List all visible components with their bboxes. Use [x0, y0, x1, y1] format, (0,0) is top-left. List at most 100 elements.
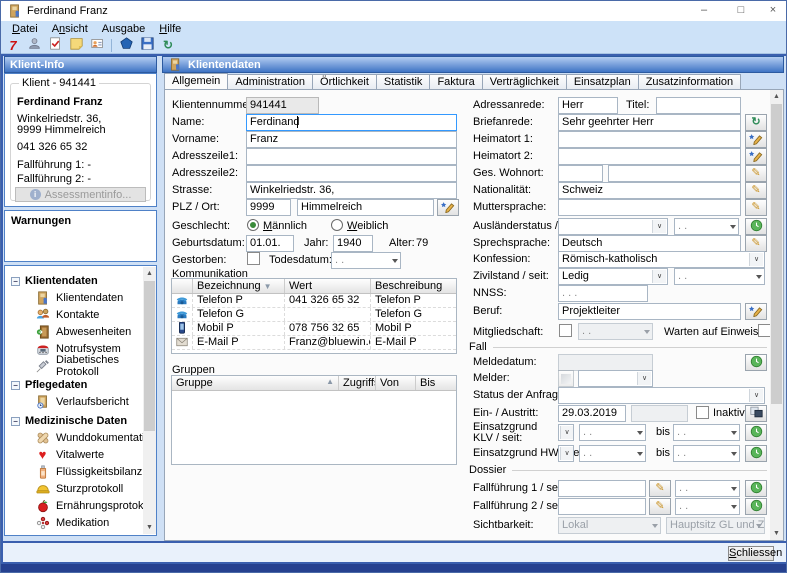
nav-item-fluessigkeitsbilanz[interactable]: Flüssigkeitsbilanz	[5, 463, 156, 480]
briefanrede-field[interactable]: Sehr geehrter Herr	[558, 114, 741, 131]
adresszeile2-field[interactable]	[246, 165, 457, 182]
mitgliedschaft-date-combo[interactable]: . .	[578, 323, 653, 340]
melder-combo[interactable]: ∨	[578, 370, 653, 387]
hw-bis-combo[interactable]: . .	[673, 445, 740, 462]
plz-field[interactable]: 9999	[246, 199, 291, 216]
hw-seit-combo[interactable]: . .	[579, 445, 646, 462]
ges-wohnort-edit-button[interactable]: ✎	[745, 165, 767, 182]
ein-austritt-detail-button[interactable]	[745, 405, 767, 422]
beruf-field[interactable]: Projektleiter	[558, 303, 741, 320]
zivilstand-combo[interactable]: Ledig∨	[558, 268, 668, 285]
tab-faktura[interactable]: Faktura	[430, 74, 482, 90]
toolbar-polygon-button[interactable]	[117, 38, 135, 53]
heimatort1-field[interactable]	[558, 131, 741, 148]
nav-item-wunddokumentation[interactable]: Wunddokumentation	[5, 429, 156, 446]
muttersprache-edit-button[interactable]: ✎	[745, 199, 767, 216]
hw-history-button[interactable]	[745, 445, 767, 462]
schliessen-button[interactable]: Schliessen	[728, 546, 774, 561]
titel-field[interactable]	[656, 97, 741, 114]
sprechsprache-field[interactable]: Deutsch	[558, 235, 741, 252]
icon-column-header[interactable]	[172, 279, 193, 293]
briefanrede-refresh-button[interactable]: ↻	[745, 114, 767, 131]
adressanrede-field[interactable]: Herr	[558, 97, 618, 114]
kommunikation-row[interactable]: Telefon P 041 326 65 32 Telefon P	[172, 294, 456, 308]
klv-seit-combo[interactable]: . .	[579, 424, 646, 441]
tab-statistik[interactable]: Statistik	[377, 74, 431, 90]
menu-ausgabe[interactable]: Ausgabe	[95, 22, 152, 37]
bezeichnung-column-header[interactable]: Bezeichnung▼	[193, 279, 285, 293]
zugriffs-column-header[interactable]: Zugriffs...	[339, 376, 376, 390]
todesdatum-combo[interactable]: . .	[331, 252, 401, 269]
fallfuehrung2-history-button[interactable]	[745, 498, 767, 515]
nav-item-verlaufsbericht[interactable]: Verlaufsbericht	[5, 393, 156, 410]
beruf-lookup-button[interactable]	[745, 303, 767, 320]
strasse-field[interactable]: Winkelriedstr. 36,	[246, 182, 457, 199]
von-column-header[interactable]: Von	[376, 376, 416, 390]
nav-item-sturzprotokoll[interactable]: Sturzprotokoll	[5, 480, 156, 497]
melder-picker-button[interactable]	[558, 370, 574, 387]
adresszeile1-field[interactable]	[246, 148, 457, 165]
klv-combo[interactable]: ∨	[558, 424, 574, 441]
fallfuehrung1-field[interactable]	[558, 480, 646, 497]
auslaenderstatus-combo[interactable]: ∨	[558, 218, 668, 235]
weiblich-radio[interactable]	[331, 219, 343, 231]
toolbar-save-button[interactable]	[138, 38, 156, 53]
scroll-down-arrow[interactable]: ▼	[143, 521, 156, 534]
toolbar-person-button[interactable]	[25, 38, 43, 53]
hw-combo[interactable]: ∨	[558, 445, 574, 462]
heimatort1-lookup-button[interactable]	[745, 131, 767, 148]
toolbar-task-button[interactable]	[46, 38, 64, 53]
nav-item-kontakte[interactable]: Kontakte	[5, 306, 156, 323]
eintritt-field[interactable]: 29.03.2019	[558, 405, 626, 422]
collapse-icon[interactable]: −	[11, 277, 20, 286]
gestorben-checkbox[interactable]	[247, 252, 260, 265]
geburtsdatum-field[interactable]: 01.01.	[246, 235, 294, 252]
nationalitaet-edit-button[interactable]: ✎	[745, 182, 767, 199]
nav-item-abwesenheiten[interactable]: Abwesenheiten	[5, 323, 156, 340]
nav-group-klientendaten[interactable]: −Klientendaten	[5, 273, 156, 289]
scrollbar-thumb[interactable]	[144, 281, 155, 431]
tab-zusatzinformation[interactable]: Zusatzinformation	[639, 74, 741, 90]
toolbar-note-button[interactable]	[67, 38, 85, 53]
collapse-icon[interactable]: −	[11, 381, 20, 390]
konfession-combo[interactable]: Römisch-katholisch∨	[558, 251, 765, 268]
sprechsprache-edit-button[interactable]: ✎	[745, 235, 767, 252]
assessmentinfo-button[interactable]: i Assessmentinfo...	[15, 187, 146, 202]
collapse-icon[interactable]: −	[11, 417, 20, 426]
status-anfrage-combo[interactable]: ∨	[558, 387, 765, 404]
tab-einsatzplan[interactable]: Einsatzplan	[567, 74, 639, 90]
vorname-field[interactable]: Franz	[246, 131, 457, 148]
toolbar-refresh-button[interactable]: ↻	[159, 38, 177, 53]
klv-bis-combo[interactable]: . .	[673, 424, 740, 441]
nav-item-medikation[interactable]: Medikation	[5, 514, 156, 531]
mitgliedschaft-checkbox[interactable]	[559, 324, 572, 337]
minimize-button[interactable]: –	[689, 1, 719, 20]
toolbar-seven-button[interactable]: 7	[4, 38, 22, 53]
tab-vertraeglichkeit[interactable]: Verträglichkeit	[483, 74, 567, 90]
kommunikation-row[interactable]: Mobil P 078 756 32 65 Mobil P	[172, 322, 456, 336]
nav-item-vitalwerte[interactable]: ♥Vitalwerte	[5, 446, 156, 463]
toolbar-person-card-button[interactable]	[88, 38, 106, 53]
gruppe-column-header[interactable]: Gruppe▲	[172, 376, 339, 390]
fallfuehrung1-seit-combo[interactable]: . .	[675, 480, 740, 497]
nav-scrollbar[interactable]: ▲ ▼	[143, 267, 156, 534]
klv-history-button[interactable]	[745, 424, 767, 441]
nav-item-ernaehrungsprotokoll[interactable]: Ernährungsprotokoll	[5, 497, 156, 514]
auslaenderstatus-history-button[interactable]	[745, 218, 767, 235]
heimatort2-lookup-button[interactable]	[745, 148, 767, 165]
maximize-button[interactable]: □	[726, 1, 756, 20]
plz-lookup-button[interactable]	[437, 199, 459, 216]
scrollbar-thumb[interactable]	[771, 104, 782, 404]
muttersprache-field[interactable]	[558, 199, 741, 216]
ges-wohnort-ort-field[interactable]	[608, 165, 741, 182]
heimatort2-field[interactable]	[558, 148, 741, 165]
ort-field[interactable]: Himmelreich	[297, 199, 434, 216]
tab-administration[interactable]: Administration	[228, 74, 313, 90]
zivilstand-seit-combo[interactable]: . .	[674, 268, 765, 285]
maennlich-radio[interactable]	[247, 219, 259, 231]
tab-allgemein[interactable]: Allgemein	[164, 73, 228, 90]
inaktiv-checkbox[interactable]	[696, 406, 709, 419]
beschreibung-column-header[interactable]: Beschreibung	[371, 279, 456, 293]
nav-item-diabetisches-protokoll[interactable]: Diabetisches Protokoll	[5, 357, 156, 374]
menu-ansicht[interactable]: Ansicht	[45, 22, 95, 37]
